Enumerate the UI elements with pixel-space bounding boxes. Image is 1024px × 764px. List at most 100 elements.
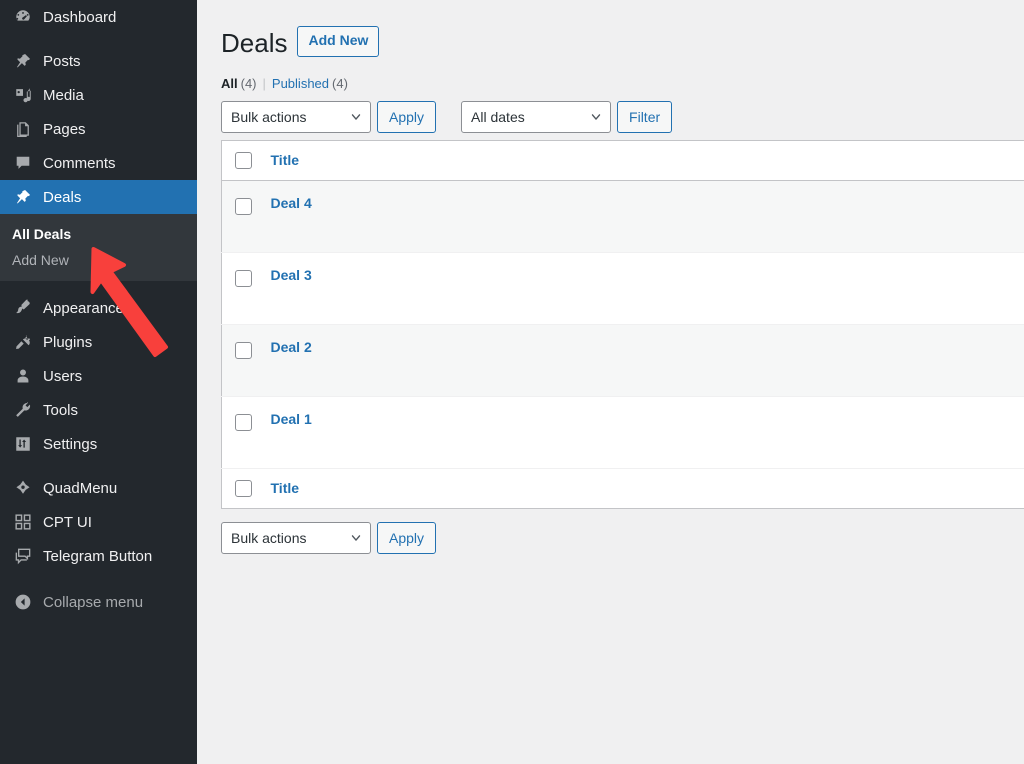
select-all-footer bbox=[221, 468, 271, 509]
sidebar-item-posts[interactable]: Posts bbox=[0, 44, 197, 78]
sidebar-item-label: Posts bbox=[43, 52, 81, 70]
deals-list-table: Title Deal 4 Deal 3 Deal 2 Deal 1 Title bbox=[221, 139, 1024, 509]
menu-separator bbox=[0, 281, 197, 291]
bulk-actions-select-wrapper-bottom: Bulk actionsEditMove to Trash bbox=[221, 521, 371, 554]
sidebar-item-settings[interactable]: Settings bbox=[0, 427, 197, 461]
row-spacer-cell bbox=[671, 252, 1024, 324]
row-title-cell: Deal 3 bbox=[271, 252, 671, 324]
comments-icon bbox=[12, 152, 34, 174]
sidebar-item-telegram-button[interactable]: Telegram Button bbox=[0, 539, 197, 573]
wp-admin-screen: Dashboard Posts Media Pages Comments Deals All… bbox=[0, 0, 1024, 764]
row-checkbox-cell bbox=[222, 324, 271, 396]
row-title-cell: Deal 1 bbox=[271, 396, 671, 468]
row-title-link[interactable]: Deal 1 bbox=[271, 411, 312, 427]
views-divider: | bbox=[262, 75, 266, 91]
bulk-actions-select-bottom[interactable]: Bulk actionsEditMove to Trash bbox=[221, 521, 371, 554]
sidebar-item-label: Media bbox=[43, 86, 84, 104]
dates-filter-select[interactable]: All dates bbox=[461, 100, 612, 133]
page-title: Deals bbox=[221, 28, 288, 58]
pages-icon bbox=[12, 118, 34, 140]
grid-icon bbox=[12, 511, 34, 533]
page-header: Deals Add New bbox=[221, 18, 1024, 65]
sidebar-item-label: Telegram Button bbox=[43, 547, 153, 565]
chat-bubbles-icon bbox=[12, 545, 34, 567]
sidebar-item-deals[interactable]: Deals bbox=[0, 180, 197, 214]
filter-button[interactable]: Filter bbox=[617, 100, 673, 133]
view-all[interactable]: All (4) bbox=[221, 76, 257, 91]
view-published-link[interactable]: Published bbox=[272, 76, 329, 91]
sidebar-item-tools[interactable]: Tools bbox=[0, 393, 197, 427]
sidebar-item-label: Settings bbox=[43, 435, 98, 453]
sidebar-item-label: Comments bbox=[43, 154, 116, 172]
main-content: Deals Add New All (4) | Published (4) Bu… bbox=[197, 0, 1024, 764]
sidebar-item-dashboard[interactable]: Dashboard bbox=[0, 0, 197, 34]
admin-menu: Dashboard Posts Media Pages Comments Deals All… bbox=[0, 0, 197, 619]
sidebar-item-comments[interactable]: Comments bbox=[0, 146, 197, 180]
sidebar-item-quadmenu[interactable]: QuadMenu bbox=[0, 471, 197, 505]
row-checkbox[interactable] bbox=[235, 341, 252, 359]
row-title-cell: Deal 2 bbox=[271, 324, 671, 396]
column-header-spacer bbox=[670, 140, 1024, 181]
row-checkbox-cell bbox=[222, 252, 271, 324]
media-icon bbox=[12, 84, 34, 106]
brush-icon bbox=[12, 297, 34, 319]
row-spacer-cell bbox=[671, 180, 1024, 252]
sidebar-collapse-menu[interactable]: Collapse menu bbox=[0, 585, 197, 619]
collapse-icon bbox=[12, 591, 34, 613]
sidebar-item-label: Tools bbox=[43, 401, 79, 419]
tablenav-top: Bulk actionsEditMove to Trash Apply All … bbox=[221, 100, 1024, 133]
table-footer-row: Title bbox=[221, 468, 1024, 509]
sidebar-item-media[interactable]: Media bbox=[0, 78, 197, 112]
menu-separator bbox=[0, 461, 197, 471]
column-footer-spacer bbox=[670, 468, 1024, 509]
sidebar-item-label: Pages bbox=[43, 120, 86, 138]
bulk-actions-select-wrapper: Bulk actionsEditMove to Trash bbox=[221, 100, 371, 133]
admin-sidebar: Dashboard Posts Media Pages Comments Deals All… bbox=[0, 0, 197, 764]
user-icon bbox=[12, 365, 34, 387]
add-new-button[interactable]: Add New bbox=[297, 26, 380, 57]
wrench-icon bbox=[12, 399, 34, 421]
column-footer-title[interactable]: Title bbox=[270, 468, 671, 509]
table-head: Title bbox=[221, 140, 1024, 181]
menu-separator bbox=[0, 573, 197, 585]
row-checkbox[interactable] bbox=[235, 413, 252, 431]
sidebar-item-label: Dashboard bbox=[43, 8, 117, 26]
pin-icon bbox=[12, 50, 34, 72]
view-published[interactable]: Published (4) bbox=[272, 76, 348, 91]
deals-submenu: All Deals Add New bbox=[0, 214, 197, 281]
row-title-link[interactable]: Deal 3 bbox=[271, 267, 312, 283]
sidebar-item-appearance[interactable]: Appearance bbox=[0, 291, 197, 325]
row-checkbox[interactable] bbox=[235, 269, 252, 287]
sidebar-item-label: Users bbox=[43, 367, 83, 385]
sidebar-item-label: Plugins bbox=[43, 333, 93, 351]
row-checkbox[interactable] bbox=[235, 197, 252, 215]
select-all-checkbox-top[interactable] bbox=[235, 152, 252, 170]
sidebar-item-users[interactable]: Users bbox=[0, 359, 197, 393]
row-title-link[interactable]: Deal 2 bbox=[271, 339, 312, 355]
row-title-link[interactable]: Deal 4 bbox=[271, 195, 312, 211]
apply-button-top[interactable]: Apply bbox=[377, 100, 437, 133]
diamond-icon bbox=[12, 477, 34, 499]
column-header-title[interactable]: Title bbox=[270, 140, 671, 181]
submenu-item-add-new[interactable]: Add New bbox=[0, 247, 197, 273]
bulk-actions-select-top[interactable]: Bulk actionsEditMove to Trash bbox=[221, 100, 371, 133]
view-all-link[interactable]: All bbox=[221, 76, 238, 91]
sidebar-item-cpt-ui[interactable]: CPT UI bbox=[0, 505, 197, 539]
sliders-icon bbox=[12, 433, 34, 455]
table-row: Deal 3 bbox=[221, 252, 1024, 325]
row-title-cell: Deal 4 bbox=[271, 180, 671, 252]
tablenav-bottom: Bulk actionsEditMove to Trash Apply bbox=[221, 521, 1024, 554]
sidebar-item-label: QuadMenu bbox=[43, 479, 118, 497]
submenu-item-all-deals[interactable]: All Deals bbox=[0, 221, 197, 247]
pin-icon bbox=[12, 186, 34, 208]
submenu-wrapper: All Deals Add New bbox=[0, 214, 197, 281]
select-all-checkbox-bottom[interactable] bbox=[235, 480, 252, 498]
apply-button-bottom[interactable]: Apply bbox=[377, 521, 437, 554]
dashboard-icon bbox=[12, 6, 34, 28]
view-all-count: (4) bbox=[240, 75, 257, 91]
table-row: Deal 4 bbox=[221, 180, 1024, 253]
sidebar-item-pages[interactable]: Pages bbox=[0, 112, 197, 146]
sidebar-item-label: Appearance bbox=[43, 299, 124, 317]
sidebar-item-label: Deals bbox=[43, 188, 82, 206]
sidebar-item-plugins[interactable]: Plugins bbox=[0, 325, 197, 359]
